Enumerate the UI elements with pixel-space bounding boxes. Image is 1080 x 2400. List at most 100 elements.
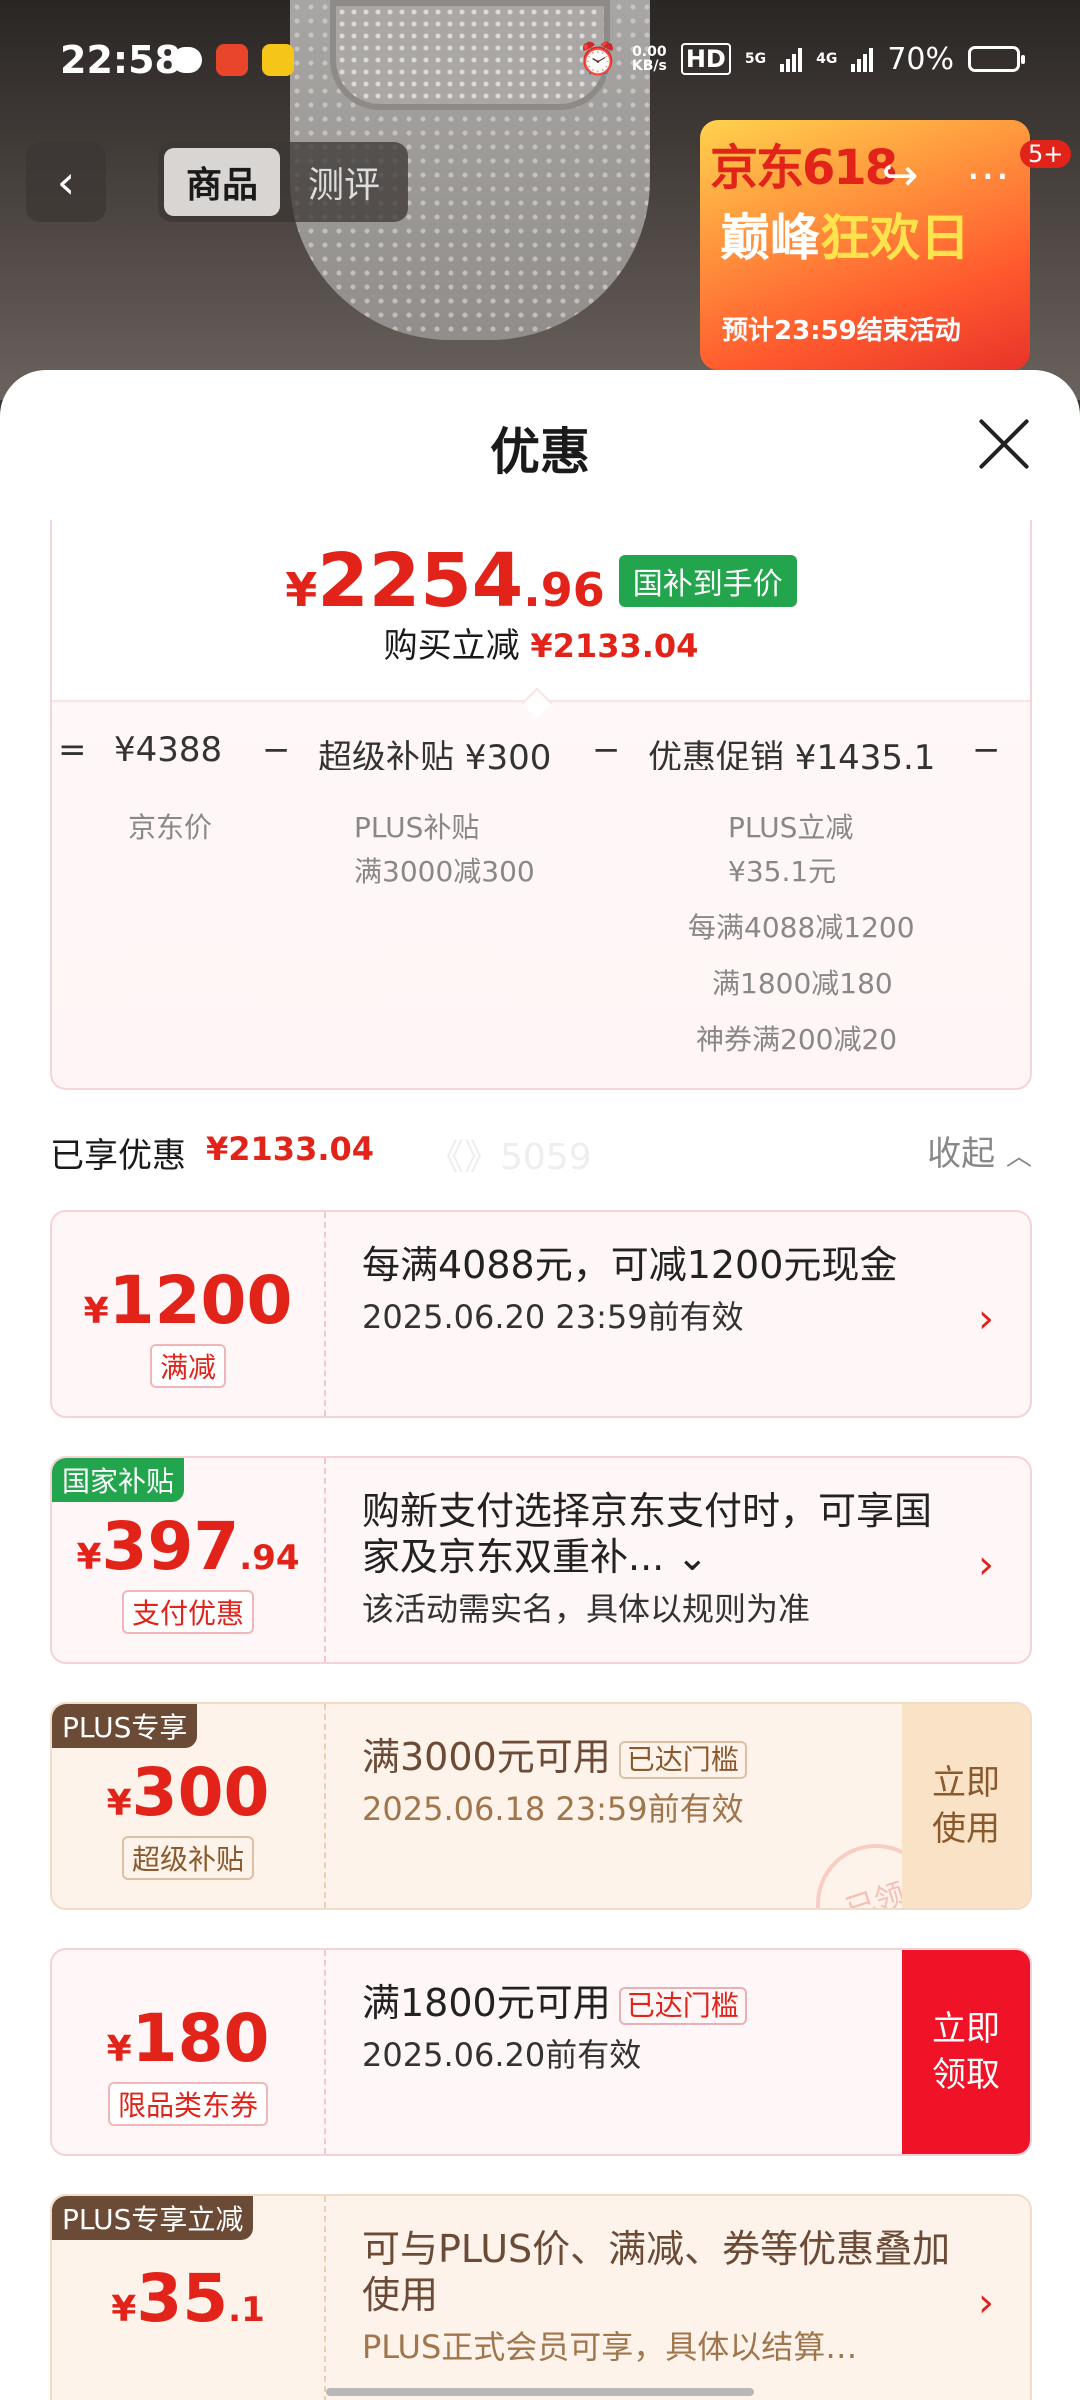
summary-label: 已享优惠 — [50, 1136, 186, 1176]
status-indicators: ⏰ 0.00 KB/s HD 5G 4G 70% — [578, 40, 1025, 78]
coupon-amount-int: 1200 — [108, 1262, 293, 1339]
formula-super-subsidy: 超级补贴 ¥300 — [318, 738, 552, 770]
reduce-value: ¥2133.04 — [530, 627, 699, 665]
summary-value: ¥2133.04 — [206, 1130, 375, 1168]
final-price-row: ¥2254.96 国补到手价 — [52, 538, 1030, 624]
discount-sheet: 优惠 ¥2254.96 国补到手价 购买立减 ¥2133.04 = ¥4388 … — [0, 370, 1080, 2400]
status-bar: 22:58 ⏰ 0.00 KB/s HD 5G 4G 70% — [0, 0, 1080, 120]
sheet-title: 优惠 — [490, 423, 590, 481]
hd-icon: HD — [680, 43, 731, 75]
formula-minus-1: − — [262, 730, 291, 770]
coupon-amount: ¥397.94 — [52, 1508, 324, 1585]
coupon-currency: ¥ — [76, 1537, 102, 1578]
coupon-body: 可与PLUS价、满减、券等优惠叠加使用 PLUS正式会员可享，具体以结算… — [362, 2226, 962, 2368]
coupon-card-4[interactable]: ¥180 限品类东券 满1800元可用 已达门槛 2025.06.20前有效 立即… — [50, 1948, 1032, 2156]
battery-icon — [968, 46, 1025, 72]
back-button[interactable]: ‹ — [26, 142, 106, 222]
reduce-row: 购买立减 ¥2133.04 — [52, 618, 1030, 667]
net2-label: 4G — [816, 51, 838, 67]
collapse-button[interactable]: 收起 ︿ — [927, 1126, 1032, 1175]
promo-day: 巅峰狂欢日 — [720, 198, 970, 270]
coupon-title-text: 满3000元可用 — [362, 1735, 611, 1779]
coupon-divider — [324, 1950, 326, 2154]
battery-text: 70% — [887, 41, 954, 77]
coupon-body: 购新支付选择京东支付时，可享国家及京东双重补... ⌄ 该活动需实名，具体以规则… — [362, 1488, 962, 1630]
final-currency: ¥ — [285, 563, 318, 617]
coupon-body: 满3000元可用 已达门槛 2025.06.18 23:59前有效 — [362, 1734, 962, 1830]
status-app-icons — [172, 44, 294, 76]
status-time: 22:58 — [60, 38, 181, 82]
plus-subsidy-rule: 满3000减300 — [354, 855, 535, 888]
chevron-left-icon: ‹ — [56, 155, 76, 209]
coupon-validity: 2025.06.20 23:59前有效 — [362, 1298, 744, 1336]
formula-promo: 优惠促销 ¥1435.1 — [648, 738, 936, 770]
coupon-title: 满3000元可用 已达门槛 — [362, 1734, 962, 1780]
home-indicator[interactable] — [326, 2388, 754, 2396]
gov-subsidy-tag: 国补到手价 — [618, 555, 797, 607]
coupon-card-5[interactable]: ¥35.1 PLUS专享立减 可与PLUS价、满减、券等优惠叠加使用 PLUS正… — [50, 2194, 1032, 2400]
collapse-label: 收起 — [927, 1134, 996, 1174]
net1-label: 5G — [744, 51, 767, 67]
chevron-right-icon[interactable]: › — [978, 1542, 994, 1588]
coupon-divider — [324, 1212, 326, 1416]
coupon-validity: 2025.06.20前有效 — [362, 2036, 642, 2074]
promo-end-text: 预计23:59结束活动 — [722, 316, 961, 346]
coupon-card-1[interactable]: ¥1200 满减 每满4088元，可减1200元现金 2025.06.20 23… — [50, 1210, 1032, 1418]
coupon-corner-tag: PLUS专享立减 — [52, 2196, 254, 2240]
coupon-amount-int: 397 — [101, 1508, 240, 1585]
coupon-title: 可与PLUS价、满减、券等优惠叠加使用 — [362, 2227, 951, 2317]
signal-icon-1 — [780, 46, 803, 72]
chevron-right-icon[interactable]: › — [978, 1296, 994, 1342]
promo-logo: 京东618 — [710, 140, 898, 196]
claim-now-label: 立即领取 — [932, 2009, 1000, 2095]
coupon-tag: 支付优惠 — [121, 1590, 255, 1634]
coupon-title: 满1800元可用 已达门槛 — [362, 1980, 962, 2026]
close-icon[interactable] — [976, 416, 1032, 472]
chevron-up-icon: ︿ — [1005, 1142, 1032, 1172]
coupon-amount: ¥1200 — [52, 1262, 324, 1339]
reduce-label: 购买立减 — [383, 626, 520, 666]
formula-minus-3: − — [972, 730, 1001, 770]
price-breakdown-card: ¥2254.96 国补到手价 购买立减 ¥2133.04 = ¥4388 − 超… — [50, 520, 1032, 1090]
net-speed: 0.00 KB/s — [632, 45, 667, 73]
coupon-note: 该活动需实名，具体以规则为准 — [362, 1590, 811, 1628]
final-price: ¥2254.96 — [285, 538, 604, 624]
coupon-currency: ¥ — [83, 1291, 109, 1332]
coupon-corner-tag: 国家补贴 — [52, 1458, 185, 1502]
threshold-met-badge: 已达门槛 — [618, 1740, 747, 1779]
final-price-dec: .96 — [523, 563, 605, 617]
coupon-divider — [324, 2196, 326, 2400]
coupon-card-3[interactable]: ¥300 超级补贴 PLUS专享 满3000元可用 已达门槛 2025.06.18… — [50, 1702, 1032, 1910]
discount-summary: 已享优惠 ¥2133.04 《》5059 收起 ︿ — [50, 1128, 1032, 1178]
final-price-int: 2254 — [317, 538, 524, 624]
coupon-amount-area: ¥180 限品类东券 — [52, 1950, 324, 2154]
tab-product[interactable]: 商品 — [164, 148, 281, 216]
promo-day-b: 狂欢日 — [820, 209, 970, 267]
coupon-amount-int: 35 — [136, 2260, 229, 2337]
app-red-icon — [216, 44, 248, 76]
formula-jd-price: ¥4388 — [114, 730, 223, 770]
jd-price-label: 京东价 — [128, 811, 213, 844]
use-now-button[interactable]: 立即使用 — [902, 1704, 1030, 1908]
coupon-currency: ¥ — [106, 1783, 132, 1824]
coupon-validity: 2025.06.18 23:59前有效 — [362, 1790, 744, 1828]
coupon-body: 满1800元可用 已达门槛 2025.06.20前有效 — [362, 1980, 962, 2076]
coupon-amount: ¥300 — [52, 1754, 324, 1831]
coupon-amount-dec: .94 — [239, 1538, 300, 1578]
price-formula: = ¥4388 − 超级补贴 ¥300 − 优惠促销 ¥1435.1 − — [52, 730, 1030, 770]
promo-item-2: ¥35.1元 — [728, 855, 837, 888]
use-now-label: 立即使用 — [932, 1763, 1000, 1849]
share-icon[interactable]: ↪ — [870, 150, 930, 210]
net-speed-unit: KB/s — [631, 58, 667, 74]
coupon-currency: ¥ — [111, 2289, 137, 2330]
claim-now-button[interactable]: 立即领取 — [902, 1950, 1030, 2154]
formula-equals: = — [58, 730, 87, 770]
coupon-divider — [324, 1704, 326, 1908]
tab-review[interactable]: 测评 — [286, 148, 402, 216]
coupon-amount-int: 180 — [131, 2000, 270, 2077]
coupon-card-2[interactable]: ¥397.94 支付优惠 国家补贴 购新支付选择京东支付时，可享国家及京东双重补… — [50, 1456, 1032, 1664]
coupon-body: 每满4088元，可减1200元现金 2025.06.20 23:59前有效 — [362, 1242, 962, 1338]
more-icon[interactable]: ⋯ — [958, 150, 1018, 210]
promo-day-a: 巅峰 — [720, 209, 820, 267]
chevron-right-icon[interactable]: › — [978, 2280, 994, 2326]
